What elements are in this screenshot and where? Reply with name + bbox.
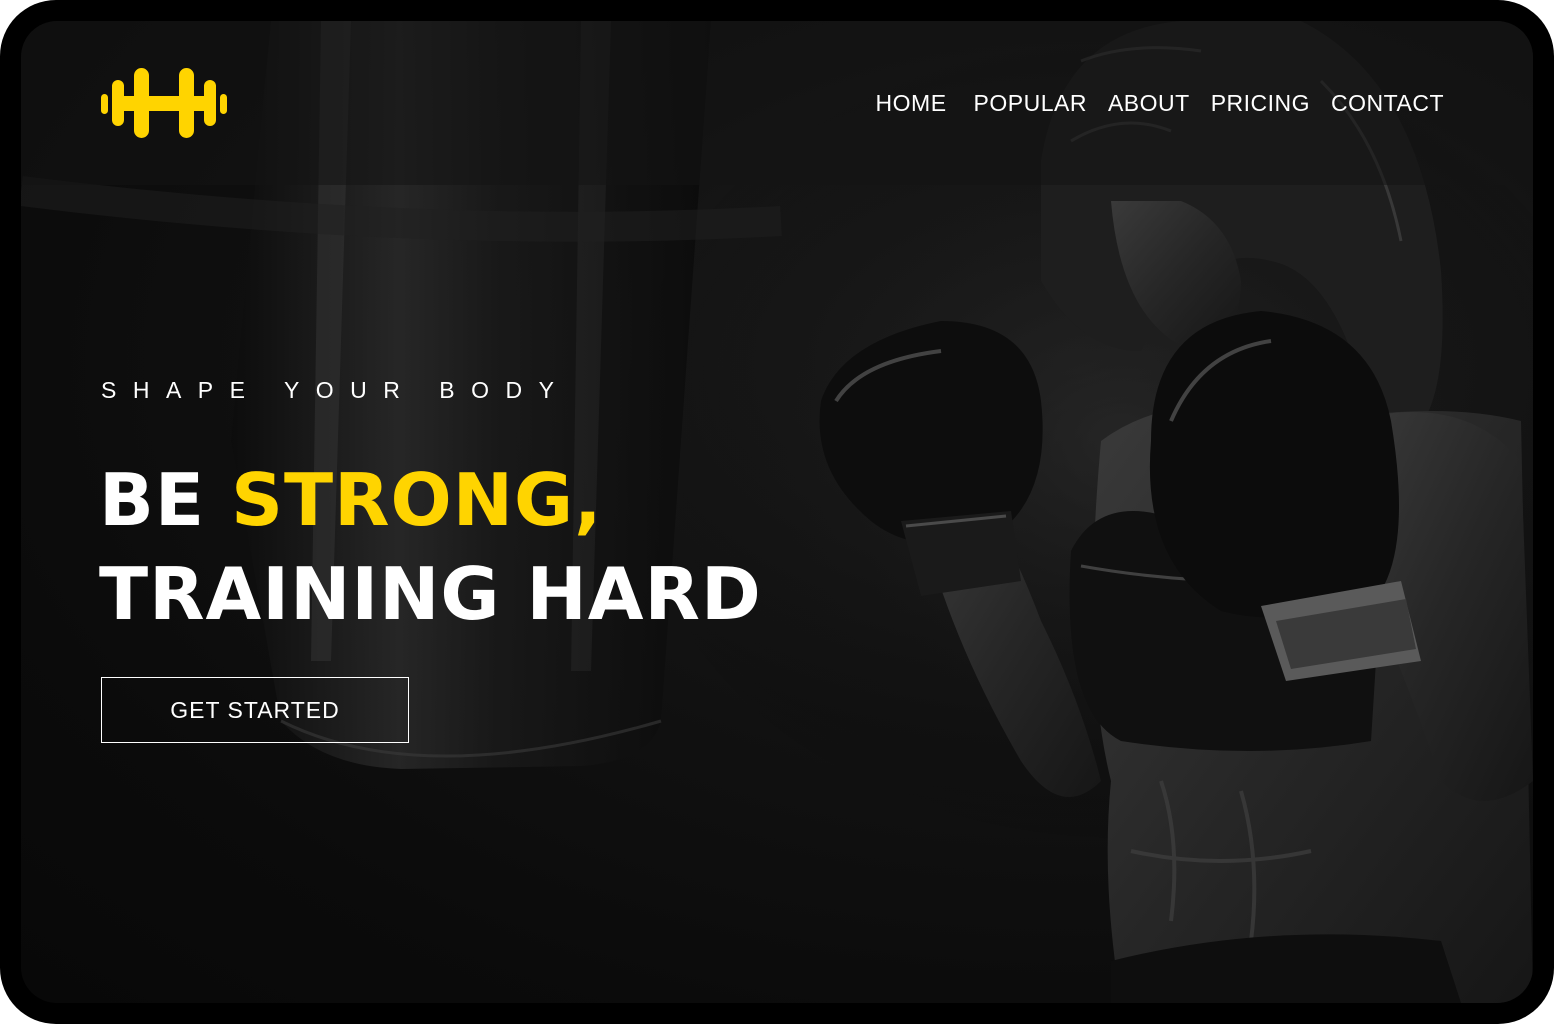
top-navbar: HOME POPULAR ABOUT PRICING CONTACT (21, 21, 1533, 185)
nav-link-about[interactable]: ABOUT (1108, 88, 1190, 118)
nav-link-home[interactable]: HOME (876, 88, 947, 118)
nav-link-contact[interactable]: CONTACT (1331, 88, 1444, 118)
hero-headline: BE STRONG, TRAINING HARD (99, 453, 762, 641)
hero-eyebrow: SHAPE YOUR BODY (101, 377, 571, 403)
main-nav: HOME POPULAR ABOUT PRICING CONTACT (876, 88, 1444, 118)
dumbbell-h-icon[interactable] (101, 68, 227, 138)
hero-screen: HOME POPULAR ABOUT PRICING CONTACT SHAPE… (21, 21, 1533, 1003)
headline-accent-strong: STRONG, (231, 458, 603, 542)
headline-line-two: TRAINING HARD (99, 552, 762, 636)
get-started-button[interactable]: GET STARTED (101, 677, 409, 743)
device-frame: HOME POPULAR ABOUT PRICING CONTACT SHAPE… (0, 0, 1554, 1024)
headline-word-be: BE (99, 458, 206, 542)
nav-link-pricing[interactable]: PRICING (1211, 88, 1310, 118)
nav-link-popular[interactable]: POPULAR (974, 88, 1087, 118)
